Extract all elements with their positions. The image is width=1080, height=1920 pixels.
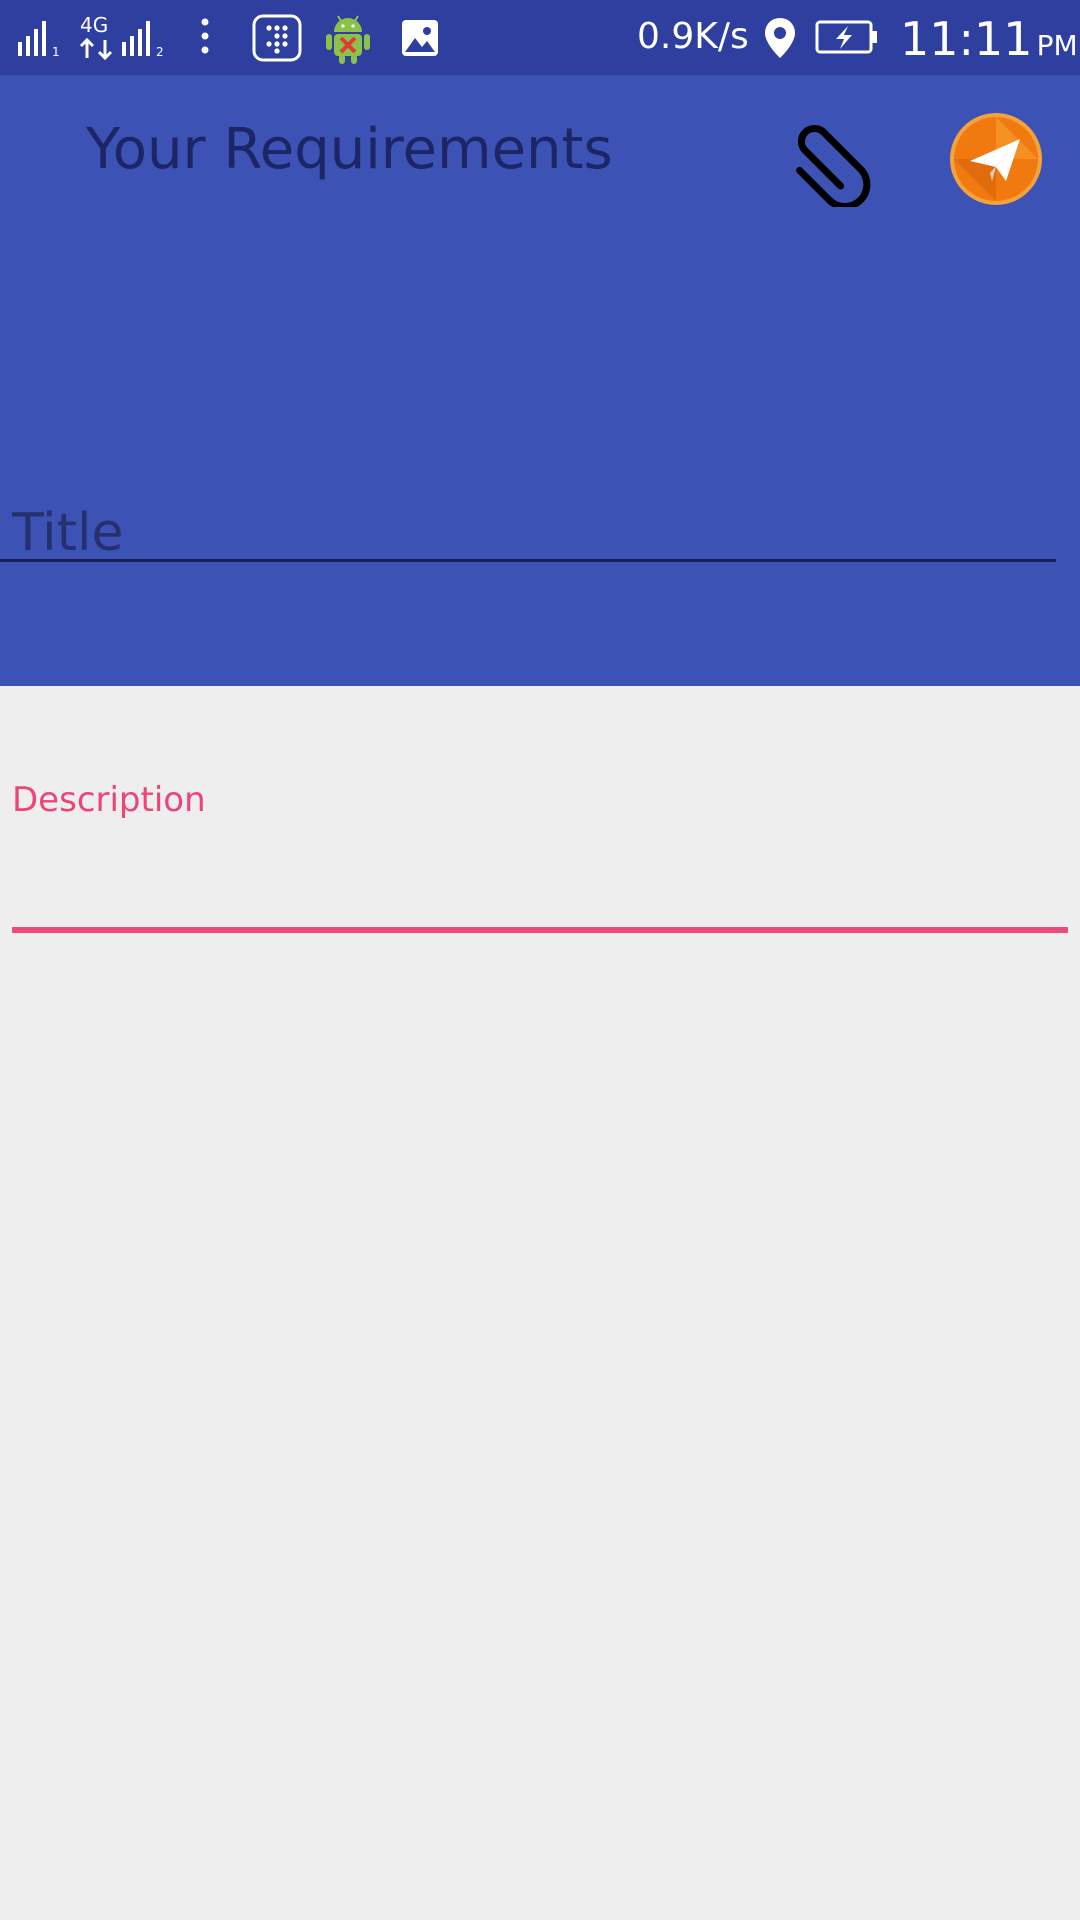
description-input[interactable] xyxy=(12,840,1068,910)
battery-charging-icon xyxy=(815,20,877,54)
clock-ampm: PM xyxy=(1036,29,1078,62)
network-speed: 0.9K/s xyxy=(637,16,749,57)
image-icon xyxy=(402,20,438,56)
title-field xyxy=(12,485,1068,585)
clock: 11:11 PM xyxy=(900,12,1078,66)
svg-text:4G: 4G xyxy=(80,13,108,37)
attach-button[interactable] xyxy=(775,107,885,210)
status-bar: 1 4G 2 0.9K/s 11:11 PM xyxy=(0,0,1080,75)
paperclip-icon xyxy=(796,125,871,210)
page-title: Your Requirements xyxy=(86,117,613,182)
dialpad-icon xyxy=(252,14,302,62)
svg-text:2: 2 xyxy=(156,45,164,58)
description-label: Description xyxy=(12,780,206,820)
location-icon xyxy=(765,18,795,58)
app-bar: Your Requirements xyxy=(0,75,1080,686)
android-debug-icon xyxy=(326,15,370,64)
title-underline xyxy=(0,559,1056,562)
description-underline xyxy=(12,927,1068,933)
signal-sim1-icon: 1 xyxy=(18,21,60,58)
description-field: Description xyxy=(12,780,1068,940)
send-button[interactable] xyxy=(948,111,1044,207)
title-input[interactable] xyxy=(12,485,1068,581)
4g-data-icon: 4G xyxy=(79,13,113,61)
clock-time: 11:11 xyxy=(900,12,1033,66)
paper-plane-icon xyxy=(950,113,1042,205)
screen: 1 4G 2 0.9K/s 11:11 PM Your Requirements… xyxy=(0,0,1080,1920)
signal-sim2-icon: 2 xyxy=(122,21,164,58)
svg-text:1: 1 xyxy=(52,45,60,58)
more-dots-icon xyxy=(201,18,209,54)
